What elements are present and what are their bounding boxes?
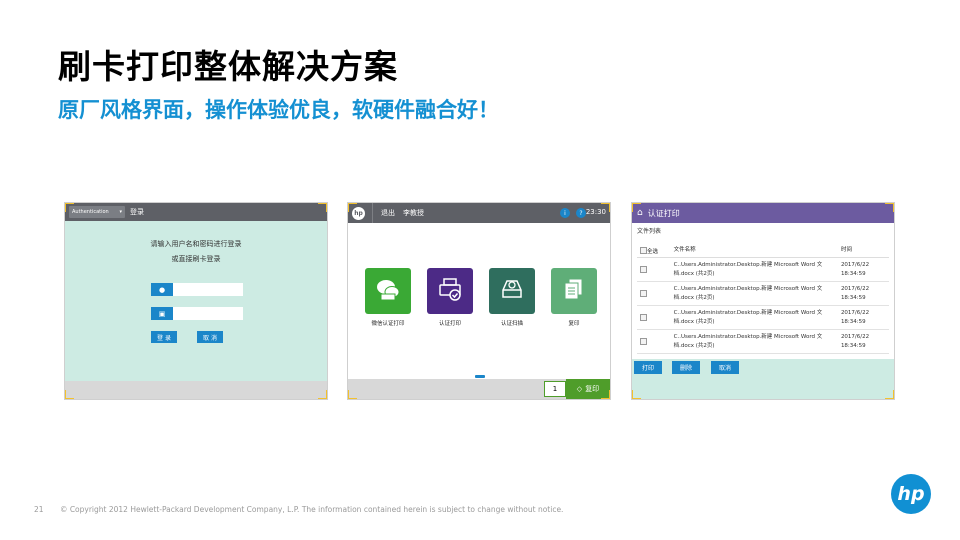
login-body: 请输入用户名和密码进行登录 或直接刷卡登录 ● ▣ 登 录 取 消 [65, 221, 327, 381]
cancel-button[interactable]: 取 消 [197, 331, 223, 343]
cancel-print-button[interactable]: 取消 [711, 361, 739, 374]
print-title-bar: ⌂ 认证打印 [632, 203, 894, 223]
select-all-checkbox[interactable] [640, 247, 647, 254]
file-rows: C..Users.Administrator.Desktop.新建 Micros… [637, 258, 889, 354]
file-time: 2017/6/22 18:34:59 [841, 333, 889, 351]
print-check-icon [437, 276, 463, 306]
file-clock: 18:34:59 [840, 270, 866, 277]
header-time: 时间 [840, 247, 852, 253]
username-input[interactable] [173, 283, 243, 296]
file-name-line2: 档.docx (共2页) [673, 342, 715, 349]
tile-label: 微信认证打印 [371, 321, 405, 327]
print-bar-title: 认证打印 [647, 208, 680, 218]
file-name-line1: C..Users.Administrator.Desktop.新建 Micros… [673, 333, 823, 340]
file-date: 2017/6/22 [840, 309, 870, 316]
user-name: 李教授 [403, 209, 424, 217]
tile-label: 认证打印 [438, 321, 461, 327]
scan-check-icon [499, 276, 525, 306]
login-prompt-line2: 或直接刷卡登录 [171, 255, 221, 263]
file-clock: 18:34:59 [840, 294, 866, 301]
authentication-select-value: Authentication [72, 209, 109, 215]
row-checkbox[interactable] [640, 314, 647, 321]
page-number: 21 [34, 505, 44, 514]
print-list-screen: ⌂ 认证打印 文件列表 全选 文件名称 时间 C..Users.Administ… [631, 202, 895, 400]
help-icon[interactable]: ? [576, 208, 586, 218]
file-time: 2017/6/22 18:34:59 [841, 285, 889, 303]
file-time: 2017/6/22 18:34:59 [841, 261, 889, 279]
file-list-label: 文件列表 [632, 223, 894, 237]
authentication-select[interactable]: Authentication ▾ [69, 206, 125, 218]
row-checkbox[interactable] [640, 290, 647, 297]
delete-button[interactable]: 删除 [672, 361, 700, 374]
file-name-line2: 档.docx (共2页) [673, 270, 715, 277]
username-field[interactable]: ● [151, 283, 243, 296]
login-title-bar: Authentication ▾ 登录 [65, 203, 327, 221]
info-icon[interactable]: i [560, 208, 570, 218]
tile-copy[interactable] [551, 268, 597, 314]
copy-start-label: 复印 [585, 385, 600, 393]
copy-icon [561, 276, 587, 306]
file-clock: 18:34:59 [840, 342, 866, 349]
slide-footer: 21 © Copyright 2012 Hewlett-Packard Deve… [34, 505, 563, 514]
header-file-name: 文件名称 [673, 247, 696, 253]
copy-start-icon: ◇ [576, 385, 583, 393]
tile-scan-check[interactable] [489, 268, 535, 314]
password-input[interactable] [173, 307, 243, 320]
table-row[interactable]: C..Users.Administrator.Desktop.新建 Micros… [637, 258, 889, 282]
file-time: 2017/6/22 18:34:59 [841, 309, 889, 327]
file-clock: 18:34:59 [840, 318, 866, 325]
file-name-line1: C..Users.Administrator.Desktop.新建 Micros… [673, 285, 823, 292]
login-screen: Authentication ▾ 登录 请输入用户名和密码进行登录 或直接刷卡登… [64, 202, 328, 400]
copyright-text: © Copyright 2012 Hewlett-Packard Develop… [59, 505, 564, 514]
home-screen: hp 退出 李教授 i ? 23:30 微信认证打印 认证打印 认证扫描 复印 1 ◇… [347, 202, 611, 400]
home-footer: 1 ◇ 复印 [348, 379, 610, 399]
file-name: C..Users.Administrator.Desktop.新建 Micros… [674, 309, 841, 327]
select-all-label: 全选 [647, 248, 659, 255]
file-table-header: 全选 文件名称 时间 [637, 244, 889, 258]
file-name: C..Users.Administrator.Desktop.新建 Micros… [674, 285, 841, 303]
chevron-down-icon: ▾ [119, 209, 122, 215]
tile-label: 认证扫描 [500, 321, 523, 327]
slide-title: 刷卡打印整体解决方案 [58, 47, 398, 86]
hp-logo: hp [891, 474, 931, 514]
page-indicator [475, 375, 485, 378]
file-name: C..Users.Administrator.Desktop.新建 Micros… [674, 333, 841, 351]
table-row[interactable]: C..Users.Administrator.Desktop.新建 Micros… [637, 306, 889, 330]
logout-button[interactable]: 退出 [381, 208, 395, 218]
row-checkbox[interactable] [640, 266, 647, 273]
wechat-print-icon [375, 276, 401, 306]
file-name-line1: C..Users.Administrator.Desktop.新建 Micros… [673, 309, 823, 316]
file-name-line2: 档.docx (共2页) [673, 318, 715, 325]
print-button[interactable]: 打印 [634, 361, 662, 374]
login-bar-title: 登录 [130, 208, 144, 216]
table-row[interactable]: C..Users.Administrator.Desktop.新建 Micros… [637, 330, 889, 354]
file-date: 2017/6/22 [840, 333, 870, 340]
copies-input[interactable]: 1 [544, 381, 566, 397]
table-row[interactable]: C..Users.Administrator.Desktop.新建 Micros… [637, 282, 889, 306]
file-name: C..Users.Administrator.Desktop.新建 Micros… [674, 261, 841, 279]
password-field[interactable]: ▣ [151, 307, 243, 320]
login-button[interactable]: 登 录 [151, 331, 177, 343]
user-icon: ● [151, 283, 173, 296]
tile-print-check[interactable] [427, 268, 473, 314]
file-name-line2: 档.docx (共2页) [673, 294, 715, 301]
file-name-line1: C..Users.Administrator.Desktop.新建 Micros… [673, 261, 823, 268]
tile-label: 复印 [568, 321, 580, 327]
home-title-bar: hp 退出 李教授 i ? 23:30 [348, 203, 610, 223]
slide-subtitle: 原厂风格界面，操作体验优良，软硬件融合好！ [58, 98, 499, 122]
tile-wechat-print[interactable] [365, 268, 411, 314]
login-prompt-line1: 请输入用户名和密码进行登录 [150, 240, 242, 248]
file-date: 2017/6/22 [840, 261, 870, 268]
login-footer [65, 381, 327, 399]
row-checkbox[interactable] [640, 338, 647, 345]
file-date: 2017/6/22 [840, 285, 870, 292]
lock-icon: ▣ [151, 307, 173, 320]
file-table: 全选 文件名称 时间 C..Users.Administrator.Deskto… [637, 244, 889, 354]
